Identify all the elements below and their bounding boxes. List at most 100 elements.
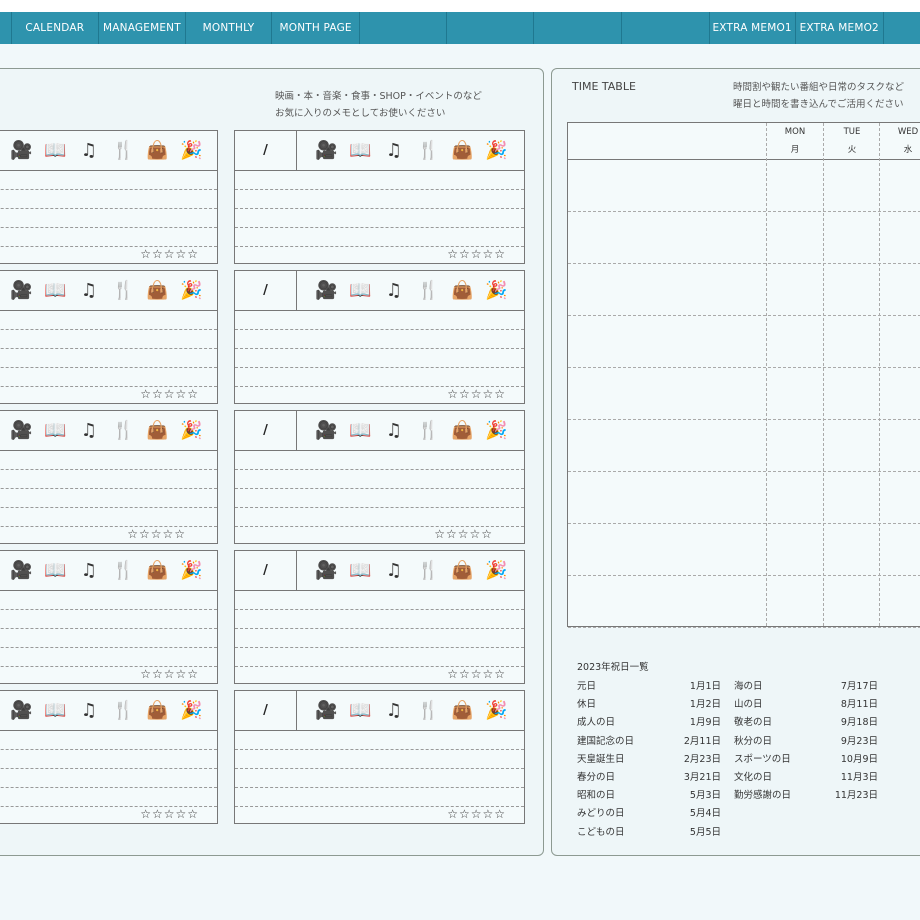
movie-camera-icon[interactable]: 🎥	[315, 560, 337, 581]
music-note-icon[interactable]: ♫	[78, 140, 100, 161]
movie-camera-icon[interactable]: 🎥	[315, 140, 337, 161]
rating-stars[interactable]: ☆☆☆☆☆	[140, 387, 199, 401]
memo-card[interactable]: 🎥 📖 ♫ 🍴 👜 🎉 ☆☆☆☆☆	[0, 550, 218, 684]
handbag-icon[interactable]: 👜	[451, 280, 473, 301]
music-note-icon[interactable]: ♫	[383, 420, 405, 441]
handbag-icon[interactable]: 👜	[451, 700, 473, 721]
memo-card-date-field[interactable]: /	[235, 551, 297, 590]
handbag-icon[interactable]: 👜	[146, 140, 168, 161]
fork-knife-icon[interactable]: 🍴	[112, 560, 134, 581]
memo-card[interactable]: 🎥 📖 ♫ 🍴 👜 🎉 ☆☆☆☆☆	[0, 690, 218, 824]
rating-stars[interactable]: ☆☆☆☆☆	[140, 667, 199, 681]
handbag-icon[interactable]: 👜	[146, 700, 168, 721]
music-note-icon[interactable]: ♫	[78, 560, 100, 581]
memo-card[interactable]: / 🎥 📖 ♫ 🍴 👜 🎉 ☆☆☆☆☆	[234, 690, 525, 824]
book-icon[interactable]: 📖	[44, 700, 66, 721]
fork-knife-icon[interactable]: 🍴	[112, 140, 134, 161]
nav-tab-empty-2[interactable]	[447, 12, 535, 44]
movie-camera-icon[interactable]: 🎥	[10, 700, 32, 721]
music-note-icon[interactable]: ♫	[78, 280, 100, 301]
party-popper-icon[interactable]: 🎉	[180, 560, 202, 581]
fork-knife-icon[interactable]: 🍴	[112, 700, 134, 721]
nav-tab-empty-5[interactable]	[884, 12, 920, 44]
handbag-icon[interactable]: 👜	[451, 140, 473, 161]
rating-stars[interactable]: ☆☆☆☆☆	[140, 247, 199, 261]
book-icon[interactable]: 📖	[44, 560, 66, 581]
party-popper-icon[interactable]: 🎉	[180, 140, 202, 161]
handbag-icon[interactable]: 👜	[451, 560, 473, 581]
memo-card-date-field[interactable]: /	[235, 131, 297, 170]
party-popper-icon[interactable]: 🎉	[180, 280, 202, 301]
party-popper-icon[interactable]: 🎉	[485, 140, 507, 161]
fork-knife-icon[interactable]: 🍴	[417, 420, 439, 441]
nav-tab-management[interactable]: MANAGEMENT	[99, 12, 186, 44]
top-navigation-bar: CALENDAR MANAGEMENT MONTHLY MONTH PAGE E…	[0, 12, 920, 44]
fork-knife-icon[interactable]: 🍴	[417, 700, 439, 721]
rating-stars[interactable]: ☆☆☆☆☆	[447, 667, 506, 681]
book-icon[interactable]: 📖	[44, 280, 66, 301]
music-note-icon[interactable]: ♫	[383, 280, 405, 301]
book-icon[interactable]: 📖	[349, 700, 371, 721]
music-note-icon[interactable]: ♫	[383, 140, 405, 161]
memo-card-date-field[interactable]: /	[235, 411, 297, 450]
handbag-icon[interactable]: 👜	[451, 420, 473, 441]
fork-knife-icon[interactable]: 🍴	[417, 560, 439, 581]
party-popper-icon[interactable]: 🎉	[180, 700, 202, 721]
rating-stars[interactable]: ☆☆☆☆☆	[447, 247, 506, 261]
party-popper-icon[interactable]: 🎉	[485, 280, 507, 301]
memo-card[interactable]: / 🎥 📖 ♫ 🍴 👜 🎉 ☆☆☆☆☆	[234, 550, 525, 684]
fork-knife-icon[interactable]: 🍴	[417, 140, 439, 161]
memo-card[interactable]: / 🎥 📖 ♫ 🍴 👜 🎉 ☆☆☆☆☆	[234, 410, 525, 544]
rating-stars[interactable]: ☆☆☆☆☆	[447, 387, 506, 401]
nav-tab-month-page[interactable]: MONTH PAGE	[272, 12, 361, 44]
movie-camera-icon[interactable]: 🎥	[315, 280, 337, 301]
nav-tab-extra-memo1[interactable]: EXTRA MEMO1	[710, 12, 796, 44]
memo-card-date-field[interactable]: /	[235, 691, 297, 730]
music-note-icon[interactable]: ♫	[383, 560, 405, 581]
memo-card[interactable]: 🎥 📖 ♫ 🍴 👜 🎉 ☆☆☆☆☆	[0, 410, 218, 544]
handbag-icon[interactable]: 👜	[146, 280, 168, 301]
party-popper-icon[interactable]: 🎉	[180, 420, 202, 441]
movie-camera-icon[interactable]: 🎥	[315, 700, 337, 721]
memo-card-date-field[interactable]: /	[235, 271, 297, 310]
nav-tab-calendar[interactable]: CALENDAR	[12, 12, 99, 44]
nav-tab-monthly[interactable]: MONTHLY	[186, 12, 273, 44]
music-note-icon[interactable]: ♫	[78, 700, 100, 721]
fork-knife-icon[interactable]: 🍴	[112, 420, 134, 441]
movie-camera-icon[interactable]: 🎥	[315, 420, 337, 441]
book-icon[interactable]: 📖	[44, 140, 66, 161]
memo-card[interactable]: / 🎥 📖 ♫ 🍴 👜 🎉 ☆☆☆☆☆	[234, 270, 525, 404]
timetable-grid[interactable]: MON 月 TUE 火 WED 水	[567, 122, 920, 628]
dashed-line	[0, 469, 217, 470]
party-popper-icon[interactable]: 🎉	[485, 700, 507, 721]
nav-tab-empty-4[interactable]	[622, 12, 710, 44]
book-icon[interactable]: 📖	[349, 560, 371, 581]
rating-stars[interactable]: ☆☆☆☆☆	[434, 527, 493, 541]
memo-card[interactable]: 🎥 📖 ♫ 🍴 👜 🎉 ☆☆☆☆☆	[0, 130, 218, 264]
movie-camera-icon[interactable]: 🎥	[10, 420, 32, 441]
nav-tab-empty-3[interactable]	[534, 12, 622, 44]
movie-camera-icon[interactable]: 🎥	[10, 280, 32, 301]
nav-tab-empty-1[interactable]	[360, 12, 448, 44]
nav-tab-extra-memo2[interactable]: EXTRA MEMO2	[796, 12, 884, 44]
rating-stars[interactable]: ☆☆☆☆☆	[447, 807, 506, 821]
movie-camera-icon[interactable]: 🎥	[10, 560, 32, 581]
book-icon[interactable]: 📖	[349, 140, 371, 161]
fork-knife-icon[interactable]: 🍴	[417, 280, 439, 301]
rating-stars[interactable]: ☆☆☆☆☆	[127, 527, 186, 541]
party-popper-icon[interactable]: 🎉	[485, 420, 507, 441]
dashed-line	[235, 749, 524, 750]
music-note-icon[interactable]: ♫	[78, 420, 100, 441]
fork-knife-icon[interactable]: 🍴	[112, 280, 134, 301]
book-icon[interactable]: 📖	[44, 420, 66, 441]
movie-camera-icon[interactable]: 🎥	[10, 140, 32, 161]
memo-card[interactable]: 🎥 📖 ♫ 🍴 👜 🎉 ☆☆☆☆☆	[0, 270, 218, 404]
memo-card[interactable]: / 🎥 📖 ♫ 🍴 👜 🎉 ☆☆☆☆☆	[234, 130, 525, 264]
handbag-icon[interactable]: 👜	[146, 560, 168, 581]
music-note-icon[interactable]: ♫	[383, 700, 405, 721]
book-icon[interactable]: 📖	[349, 280, 371, 301]
book-icon[interactable]: 📖	[349, 420, 371, 441]
handbag-icon[interactable]: 👜	[146, 420, 168, 441]
party-popper-icon[interactable]: 🎉	[485, 560, 507, 581]
rating-stars[interactable]: ☆☆☆☆☆	[140, 807, 199, 821]
